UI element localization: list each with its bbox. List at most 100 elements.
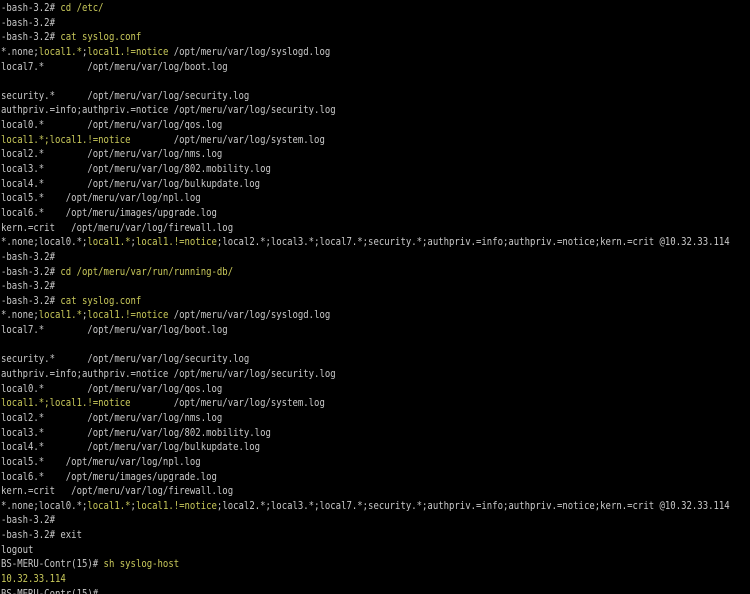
terminal-window[interactable]: -bash-3.2# cd /etc/-bash-3.2# -bash-3.2# … xyxy=(0,0,750,594)
terminal-line: -bash-3.2# exit xyxy=(1,529,660,544)
terminal-text: logout xyxy=(1,544,34,556)
terminal-text: local0.* /opt/meru/var/log/qos.log xyxy=(1,383,223,395)
terminal-text: *.none;local0.*; xyxy=(1,500,88,512)
terminal-line: -bash-3.2# xyxy=(1,280,660,295)
terminal-text: -bash-3.2# xyxy=(1,17,55,29)
highlighted-text: local1.*;local1.!=notice xyxy=(1,398,131,410)
terminal-text: security.* /opt/meru/var/log/security.lo… xyxy=(1,90,250,102)
terminal-text: local7.* /opt/meru/var/log/boot.log xyxy=(1,325,228,337)
terminal-line: local5.* /opt/meru/var/log/npl.log xyxy=(1,192,660,207)
highlighted-text: cat syslog.conf xyxy=(60,295,142,307)
terminal-text: local6.* /opt/meru/images/upgrade.log xyxy=(1,207,217,219)
terminal-line: local2.* /opt/meru/var/log/nms.log xyxy=(1,412,660,427)
terminal-text: ;local2.*;local3.*;local7.*;security.*;a… xyxy=(216,237,730,249)
highlighted-text: sh syslog-host xyxy=(103,559,180,571)
terminal-text: /opt/meru/var/log/syslogd.log xyxy=(168,310,331,322)
terminal-text: kern.=crit /opt/meru/var/log/firewall.lo… xyxy=(1,486,234,498)
terminal-line: local1.*;local1.!=notice /opt/meru/var/l… xyxy=(1,397,660,412)
terminal-line: kern.=crit /opt/meru/var/log/firewall.lo… xyxy=(1,485,660,500)
terminal-text: -bash-3.2# xyxy=(1,251,55,263)
highlighted-text: cd /opt/meru/var/run/running-db/ xyxy=(60,266,234,278)
terminal-line: -bash-3.2# xyxy=(1,251,660,266)
terminal-line: local3.* /opt/meru/var/log/802.mobility.… xyxy=(1,427,660,442)
terminal-line: -bash-3.2# cat syslog.conf xyxy=(1,295,660,310)
terminal-text: /opt/meru/var/log/system.log xyxy=(130,398,325,410)
highlighted-text: local1.!=notice xyxy=(87,46,169,58)
terminal-text: ;local2.*;local3.*;local7.*;security.*;a… xyxy=(216,500,730,512)
terminal-text: local3.* /opt/meru/var/log/802.mobility.… xyxy=(1,427,271,439)
terminal-text: *.none; xyxy=(1,310,39,322)
highlighted-text: local1.* xyxy=(38,46,82,58)
terminal-text: -bash-3.2# exit xyxy=(1,530,82,542)
terminal-line: authpriv.=info;authpriv.=notice /opt/mer… xyxy=(1,104,660,119)
highlighted-text: local1.!=notice xyxy=(87,310,169,322)
terminal-line: local0.* /opt/meru/var/log/qos.log xyxy=(1,119,660,134)
terminal-text: local4.* /opt/meru/var/log/bulkupdate.lo… xyxy=(1,442,261,454)
terminal-text: -bash-3.2# xyxy=(1,266,61,278)
terminal-text: kern.=crit /opt/meru/var/log/firewall.lo… xyxy=(1,222,234,234)
terminal-line: local3.* /opt/meru/var/log/802.mobility.… xyxy=(1,163,660,178)
terminal-text: local5.* /opt/meru/var/log/npl.log xyxy=(1,456,201,468)
terminal-line: 10.32.33.114 xyxy=(1,573,660,588)
terminal-text: -bash-3.2# xyxy=(1,3,61,14)
terminal-text: local2.* /opt/meru/var/log/nms.log xyxy=(1,412,223,424)
terminal-line: local7.* /opt/meru/var/log/boot.log xyxy=(1,324,660,339)
terminal-line: *.none;local1.*;local1.!=notice /opt/mer… xyxy=(1,309,660,324)
terminal-line: *.none;local1.*;local1.!=notice /opt/mer… xyxy=(1,46,660,61)
terminal-text: /opt/meru/var/log/syslogd.log xyxy=(168,46,331,58)
terminal-text: /opt/meru/var/log/system.log xyxy=(130,134,325,146)
highlighted-text: local1.!=notice xyxy=(135,237,217,249)
terminal-text: authpriv.=info;authpriv.=notice /opt/mer… xyxy=(1,369,336,381)
terminal-text: local4.* /opt/meru/var/log/bulkupdate.lo… xyxy=(1,178,261,190)
terminal-line: security.* /opt/meru/var/log/security.lo… xyxy=(1,90,660,105)
terminal-line: local4.* /opt/meru/var/log/bulkupdate.lo… xyxy=(1,178,660,193)
terminal-line: -bash-3.2# cat syslog.conf xyxy=(1,31,660,46)
highlighted-text: cat syslog.conf xyxy=(60,32,142,44)
terminal-text: -bash-3.2# xyxy=(1,281,55,293)
terminal-text: authpriv.=info;authpriv.=notice /opt/mer… xyxy=(1,105,336,117)
terminal-line: -bash-3.2# xyxy=(1,17,660,32)
highlighted-text: local1.* xyxy=(87,237,131,249)
terminal-text: local0.* /opt/meru/var/log/qos.log xyxy=(1,120,223,132)
highlighted-text: cd /etc/ xyxy=(60,3,104,14)
terminal-line: security.* /opt/meru/var/log/security.lo… xyxy=(1,353,660,368)
terminal-text: -bash-3.2# xyxy=(1,515,55,527)
terminal-line: local4.* /opt/meru/var/log/bulkupdate.lo… xyxy=(1,441,660,456)
highlighted-text: local1.* xyxy=(38,310,82,322)
terminal-line: -bash-3.2# xyxy=(1,514,660,529)
terminal-line: local0.* /opt/meru/var/log/qos.log xyxy=(1,383,660,398)
terminal-line: local5.* /opt/meru/var/log/npl.log xyxy=(1,456,660,471)
terminal-text: local7.* /opt/meru/var/log/boot.log xyxy=(1,61,228,73)
terminal-text: *.none;local0.*; xyxy=(1,237,88,249)
terminal-line: logout xyxy=(1,544,660,559)
highlighted-text: local1.* xyxy=(87,500,131,512)
terminal-text: local5.* /opt/meru/var/log/npl.log xyxy=(1,193,201,205)
terminal-text: security.* /opt/meru/var/log/security.lo… xyxy=(1,354,250,366)
terminal-text: -bash-3.2# xyxy=(1,295,61,307)
terminal-line: -bash-3.2# cd /opt/meru/var/run/running-… xyxy=(1,266,660,281)
highlighted-text: local1.!=notice xyxy=(135,500,217,512)
terminal-line: kern.=crit /opt/meru/var/log/firewall.lo… xyxy=(1,222,660,237)
terminal-text: *.none; xyxy=(1,46,39,58)
terminal-text: -bash-3.2# xyxy=(1,32,61,44)
terminal-line: local6.* /opt/meru/images/upgrade.log xyxy=(1,207,660,222)
terminal-line: BS-MERU-Contr(15)# sh syslog-host xyxy=(1,558,660,573)
terminal-text: local6.* /opt/meru/images/upgrade.log xyxy=(1,471,217,483)
terminal-line: *.none;local0.*;local1.*;local1.!=notice… xyxy=(1,236,730,251)
terminal-text: BS-MERU-Contr(15)# xyxy=(1,559,104,571)
terminal-line: authpriv.=info;authpriv.=notice /opt/mer… xyxy=(1,368,660,383)
highlighted-text: 10.32.33.114 xyxy=(1,573,66,585)
terminal-text: BS-MERU-Contr(15)# xyxy=(1,589,98,594)
terminal-line: local6.* /opt/meru/images/upgrade.log xyxy=(1,471,660,486)
terminal-line: local2.* /opt/meru/var/log/nms.log xyxy=(1,148,660,163)
terminal-text: local2.* /opt/meru/var/log/nms.log xyxy=(1,149,223,161)
terminal-text: local3.* /opt/meru/var/log/802.mobility.… xyxy=(1,164,271,176)
terminal-line: local1.*;local1.!=notice /opt/meru/var/l… xyxy=(1,134,660,149)
terminal-line: *.none;local0.*;local1.*;local1.!=notice… xyxy=(1,500,730,515)
highlighted-text: local1.*;local1.!=notice xyxy=(1,134,131,146)
terminal-line: -bash-3.2# cd /etc/ xyxy=(1,2,660,17)
terminal-line: local7.* /opt/meru/var/log/boot.log xyxy=(1,61,660,76)
terminal-line: BS-MERU-Contr(15)# xyxy=(1,588,660,594)
